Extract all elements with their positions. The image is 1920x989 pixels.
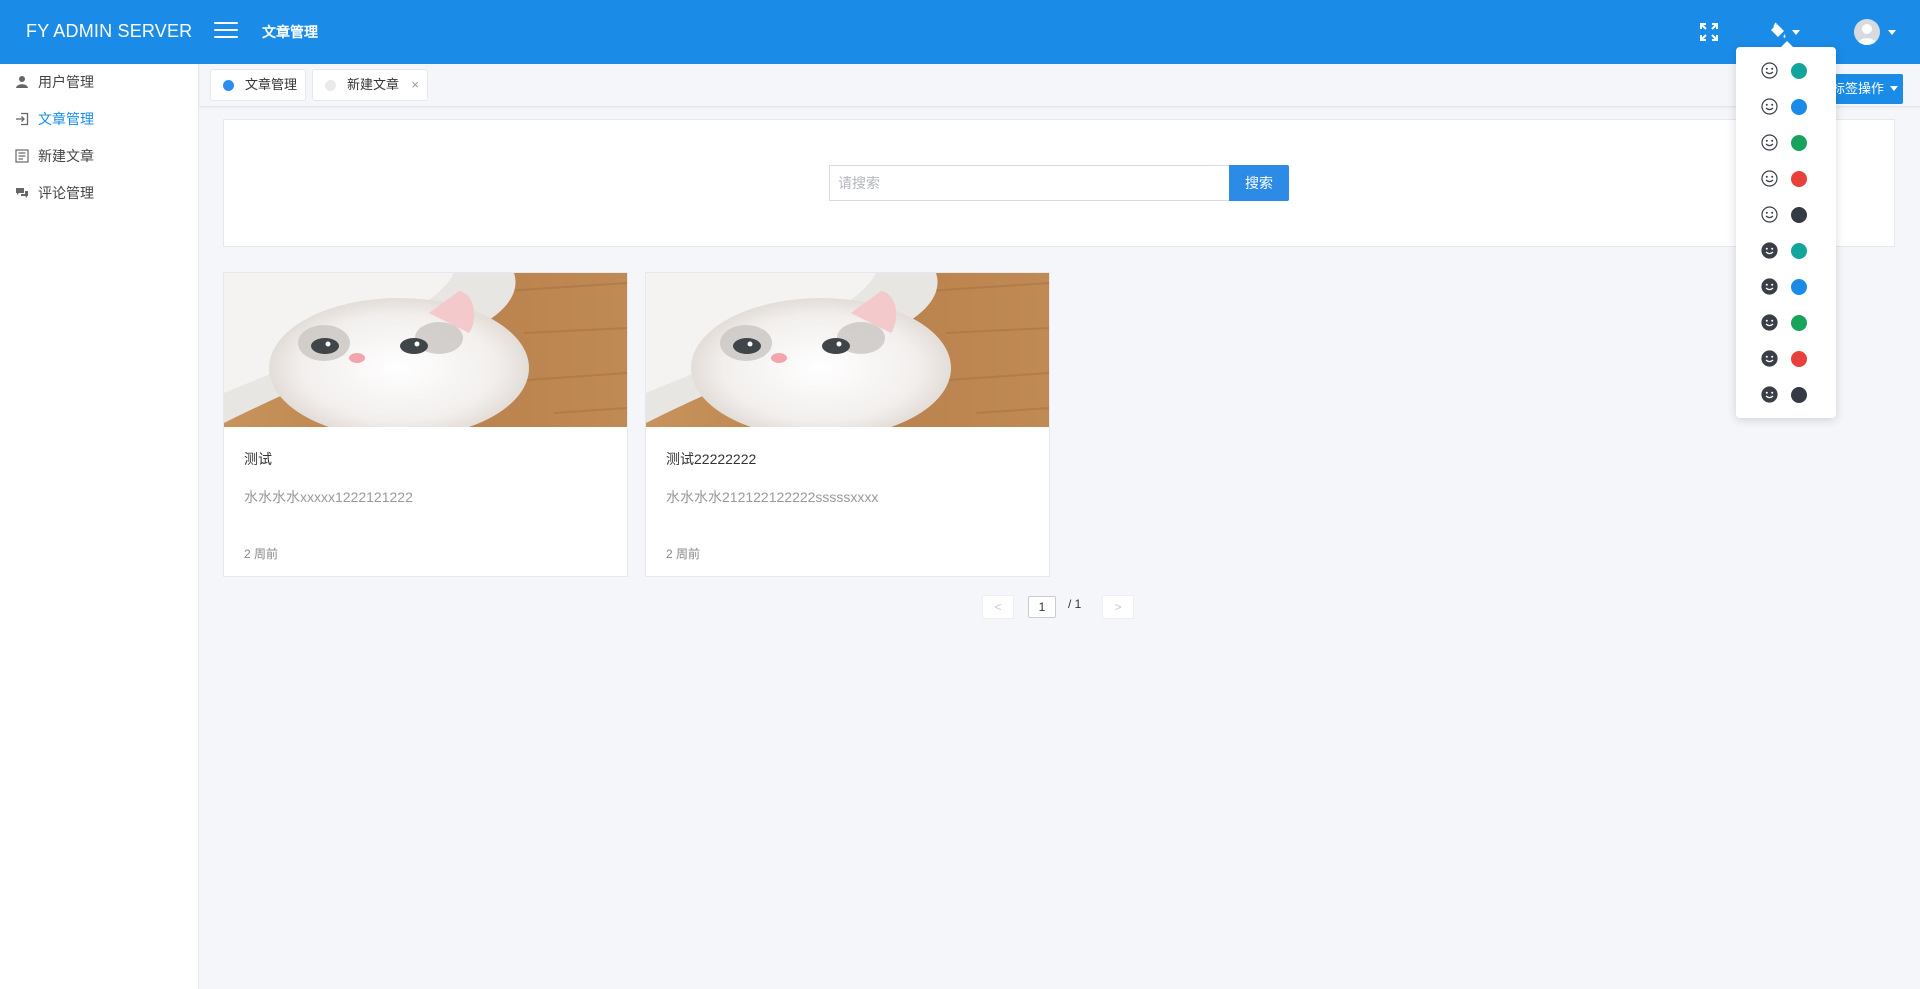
theme-option[interactable]	[1736, 197, 1836, 233]
tab-new-article[interactable]: 新建文章 ×	[312, 69, 428, 101]
list-icon	[15, 149, 29, 163]
chevron-down-icon	[1889, 86, 1898, 91]
tab-articles[interactable]: 文章管理	[210, 69, 306, 101]
color-swatch	[1791, 387, 1807, 403]
theme-option[interactable]	[1736, 89, 1836, 125]
theme-option[interactable]	[1736, 305, 1836, 341]
article-title: 测试22222222	[666, 451, 757, 467]
smile-filled-icon	[1761, 386, 1778, 403]
menu-icon	[214, 22, 238, 24]
article-card[interactable]: 测试 水水水水xxxxx1222121222 2 周前	[223, 272, 628, 577]
theme-switch-button[interactable]	[1768, 21, 1802, 43]
color-swatch	[1791, 243, 1807, 259]
close-icon[interactable]: ×	[411, 70, 419, 100]
theme-option[interactable]	[1736, 53, 1836, 89]
smile-outline-icon	[1761, 134, 1778, 151]
sidebar-item-label: 用户管理	[38, 74, 94, 90]
color-swatch	[1791, 171, 1807, 187]
cat-photo-image	[224, 273, 627, 427]
theme-option[interactable]	[1736, 125, 1836, 161]
theme-option[interactable]	[1736, 269, 1836, 305]
article-card[interactable]: 测试22222222 水水水水212122122222sssssxxxx 2 周…	[645, 272, 1050, 577]
tab-operations-button[interactable]: 标签操作	[1828, 74, 1903, 104]
sign-in-icon	[16, 112, 29, 126]
theme-option[interactable]	[1736, 161, 1836, 197]
comments-icon	[16, 188, 28, 198]
avatar	[1854, 19, 1880, 45]
prev-page-button[interactable]: <	[982, 595, 1014, 619]
cat-photo-image	[646, 273, 1049, 427]
smile-filled-icon	[1761, 314, 1778, 331]
color-swatch	[1791, 315, 1807, 331]
next-page-button[interactable]: >	[1102, 595, 1134, 619]
article-timestamp: 2 周前	[666, 547, 701, 561]
search-input[interactable]	[829, 165, 1229, 201]
paint-bucket-icon	[1771, 22, 1786, 38]
smile-outline-icon	[1761, 206, 1778, 223]
chevron-down-icon	[1792, 30, 1800, 35]
top-header: FY ADMIN SERVER 文章管理	[0, 0, 1920, 64]
user-menu-button[interactable]	[1854, 19, 1898, 45]
article-timestamp: 2 周前	[244, 547, 279, 561]
sidebar: 用户管理 文章管理 新建文章 评论管理	[0, 64, 199, 989]
page-number-input[interactable]	[1028, 596, 1056, 618]
theme-dropdown-menu	[1736, 41, 1836, 418]
page-total: / 1	[1068, 597, 1082, 611]
sidebar-item-label: 新建文章	[38, 148, 94, 164]
sidebar-item-comments[interactable]: 评论管理	[0, 175, 198, 212]
fullscreen-icon	[1700, 23, 1718, 41]
article-title: 测试	[244, 451, 272, 467]
smile-outline-icon	[1761, 98, 1778, 115]
color-swatch	[1791, 63, 1807, 79]
tabs-bar: 文章管理 新建文章 ×	[200, 64, 1920, 107]
color-swatch	[1791, 351, 1807, 367]
sidebar-item-users[interactable]: 用户管理	[0, 64, 198, 101]
sidebar-item-label: 文章管理	[38, 111, 94, 127]
sidebar-item-articles[interactable]: 文章管理	[0, 101, 198, 138]
color-swatch	[1791, 99, 1807, 115]
article-description: 水水水水xxxxx1222121222	[244, 489, 413, 505]
user-avatar-icon	[1857, 24, 1877, 45]
smile-filled-icon	[1761, 278, 1778, 295]
sidebar-item-new-article[interactable]: 新建文章	[0, 138, 198, 175]
sidebar-item-label: 评论管理	[38, 185, 94, 201]
smile-outline-icon	[1761, 62, 1778, 79]
theme-option[interactable]	[1736, 341, 1836, 377]
theme-option[interactable]	[1736, 233, 1836, 269]
brand-title: FY ADMIN SERVER	[26, 21, 193, 41]
theme-option[interactable]	[1736, 377, 1836, 413]
smile-outline-icon	[1761, 170, 1778, 187]
header-page-title: 文章管理	[262, 24, 318, 40]
inactive-dot-icon	[325, 80, 336, 91]
menu-toggle-button[interactable]	[214, 22, 238, 40]
article-description: 水水水水212122122222sssssxxxx	[666, 489, 879, 505]
color-swatch	[1791, 279, 1807, 295]
active-dot-icon	[223, 80, 234, 91]
color-swatch	[1791, 207, 1807, 223]
chevron-down-icon	[1888, 30, 1896, 35]
smile-filled-icon	[1761, 242, 1778, 259]
fullscreen-button[interactable]	[1699, 22, 1719, 42]
tab-operations-label: 标签操作	[1832, 81, 1885, 96]
smile-filled-icon	[1761, 350, 1778, 367]
user-icon	[16, 76, 28, 88]
color-swatch	[1791, 135, 1807, 151]
search-button[interactable]: 搜索	[1229, 165, 1289, 201]
tab-label: 文章管理	[245, 77, 298, 92]
tab-label: 新建文章	[347, 77, 400, 92]
